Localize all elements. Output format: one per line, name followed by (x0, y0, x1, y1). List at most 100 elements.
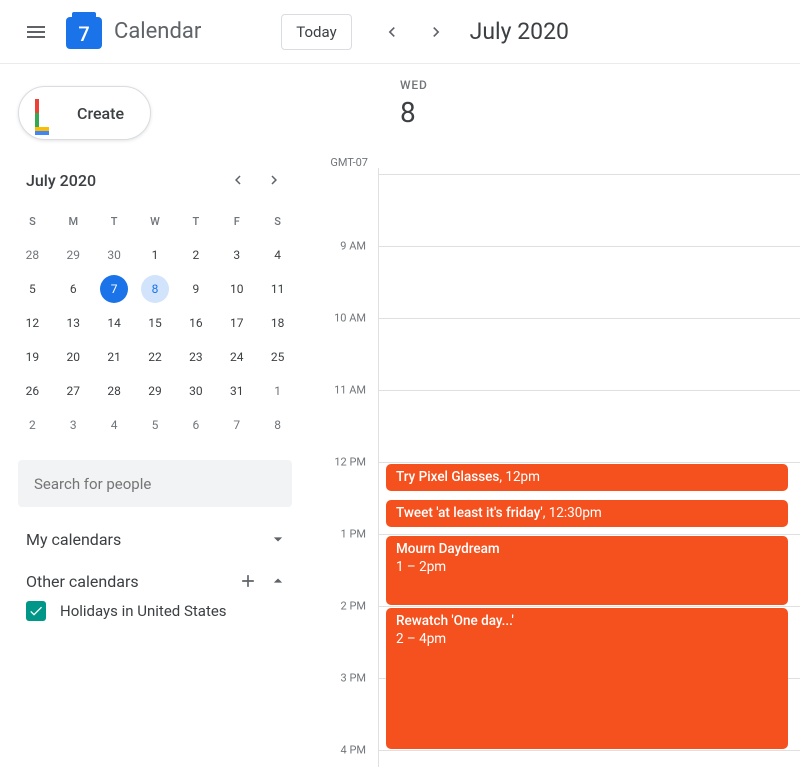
next-period-button[interactable] (420, 16, 452, 48)
mini-day[interactable]: 20 (53, 340, 94, 374)
mini-dow: T (175, 204, 216, 238)
hour-gridline (378, 318, 800, 319)
mini-day[interactable]: 10 (216, 272, 257, 306)
timezone-label: GMT-07 (310, 156, 374, 169)
mini-day[interactable]: 26 (12, 374, 53, 408)
mini-day[interactable]: 21 (94, 340, 135, 374)
hour-label: 11 AM (310, 384, 372, 397)
day-header[interactable]: WED 8 (378, 78, 800, 129)
my-calendars-section[interactable]: My calendars (12, 529, 298, 549)
chevron-left-icon (229, 171, 247, 189)
mini-day[interactable]: 2 (175, 238, 216, 272)
day-number-label: 8 (400, 96, 800, 129)
hour-gridline (378, 462, 800, 463)
mini-day[interactable]: 16 (175, 306, 216, 340)
hour-label: 9 AM (310, 240, 372, 253)
mini-day[interactable]: 25 (257, 340, 298, 374)
hour-label: 1 PM (310, 528, 372, 541)
mini-day[interactable]: 28 (94, 374, 135, 408)
hour-gridline (378, 606, 800, 607)
other-calendars-label: Other calendars (26, 572, 139, 591)
mini-day[interactable]: 17 (216, 306, 257, 340)
mini-day[interactable]: 4 (257, 238, 298, 272)
mini-dow: S (12, 204, 53, 238)
mini-day[interactable]: 5 (12, 272, 53, 306)
mini-day[interactable]: 19 (12, 340, 53, 374)
hamburger-icon (24, 20, 48, 44)
mini-calendar-header: July 2020 (12, 164, 298, 196)
mini-dow: F (216, 204, 257, 238)
mini-day[interactable]: 3 (216, 238, 257, 272)
mini-day[interactable]: 30 (94, 238, 135, 272)
mini-next-month-button[interactable] (258, 164, 290, 196)
main-menu-button[interactable] (12, 8, 60, 56)
date-range-label[interactable]: July 2020 (470, 18, 569, 45)
chevron-left-icon (382, 22, 402, 42)
add-icon[interactable] (238, 571, 258, 591)
mini-day[interactable]: 30 (175, 374, 216, 408)
mini-day[interactable]: 9 (175, 272, 216, 306)
mini-day[interactable]: 7 (94, 272, 135, 306)
mini-day[interactable]: 23 (175, 340, 216, 374)
app-header: 7 Calendar Today July 2020 (0, 0, 800, 64)
mini-dow: W (135, 204, 176, 238)
hour-gridline (378, 174, 800, 175)
calendar-event[interactable]: Mourn Daydream1 – 2pm (386, 536, 788, 605)
mini-day[interactable]: 11 (257, 272, 298, 306)
date-nav (376, 16, 452, 48)
mini-day[interactable]: 2 (12, 408, 53, 442)
mini-calendar[interactable]: SMTWTFS282930123456789101112131415161718… (12, 204, 298, 442)
mini-day[interactable]: 8 (135, 272, 176, 306)
mini-day[interactable]: 12 (12, 306, 53, 340)
mini-day[interactable]: 28 (12, 238, 53, 272)
mini-day[interactable]: 14 (94, 306, 135, 340)
mini-day[interactable]: 1 (257, 374, 298, 408)
calendar-event[interactable]: Tweet 'at least it's friday', 12:30pm (386, 500, 788, 527)
hour-label: 2 PM (310, 600, 372, 613)
calendar-checkbox[interactable] (26, 601, 46, 621)
search-people-input[interactable] (34, 475, 276, 493)
mini-day[interactable]: 29 (135, 374, 176, 408)
mini-dow: S (257, 204, 298, 238)
mini-day[interactable]: 7 (216, 408, 257, 442)
hour-label: 12 PM (310, 456, 372, 469)
mini-day[interactable]: 29 (53, 238, 94, 272)
time-grid[interactable]: 9 AM10 AM11 AM12 PM1 PM2 PM3 PM4 PM5 PMT… (310, 174, 800, 767)
mini-day[interactable]: 6 (175, 408, 216, 442)
mini-day[interactable]: 15 (135, 306, 176, 340)
search-people-box[interactable] (18, 460, 292, 507)
mini-day[interactable]: 4 (94, 408, 135, 442)
chevron-right-icon (265, 171, 283, 189)
mini-day[interactable]: 5 (135, 408, 176, 442)
mini-prev-month-button[interactable] (222, 164, 254, 196)
mini-day[interactable]: 13 (53, 306, 94, 340)
prev-period-button[interactable] (376, 16, 408, 48)
calendar-event[interactable]: Rewatch 'One day...'2 – 4pm (386, 608, 788, 749)
plus-icon (35, 99, 63, 127)
calendar-list-item[interactable]: Holidays in United States (12, 591, 298, 621)
mini-day[interactable]: 6 (53, 272, 94, 306)
today-button[interactable]: Today (281, 14, 351, 50)
hour-gridline (378, 750, 800, 751)
day-of-week-label: WED (400, 78, 800, 92)
hour-label: 10 AM (310, 312, 372, 325)
mini-day[interactable]: 8 (257, 408, 298, 442)
hour-label: 3 PM (310, 672, 372, 685)
mini-day[interactable]: 31 (216, 374, 257, 408)
other-calendars-section[interactable]: Other calendars (12, 571, 298, 591)
mini-day[interactable]: 18 (257, 306, 298, 340)
mini-day[interactable]: 27 (53, 374, 94, 408)
mini-day[interactable]: 1 (135, 238, 176, 272)
mini-day[interactable]: 3 (53, 408, 94, 442)
mini-day[interactable]: 22 (135, 340, 176, 374)
mini-day[interactable]: 24 (216, 340, 257, 374)
hour-gridline (378, 390, 800, 391)
app-logo[interactable]: 7 Calendar (64, 12, 201, 52)
create-event-button[interactable]: Create (18, 86, 151, 140)
my-calendars-label: My calendars (26, 530, 121, 549)
calendar-event[interactable]: Try Pixel Glasses, 12pm (386, 464, 788, 491)
check-icon (28, 603, 44, 619)
mini-dow: T (94, 204, 135, 238)
hour-gridline (378, 246, 800, 247)
app-title: Calendar (114, 19, 201, 44)
